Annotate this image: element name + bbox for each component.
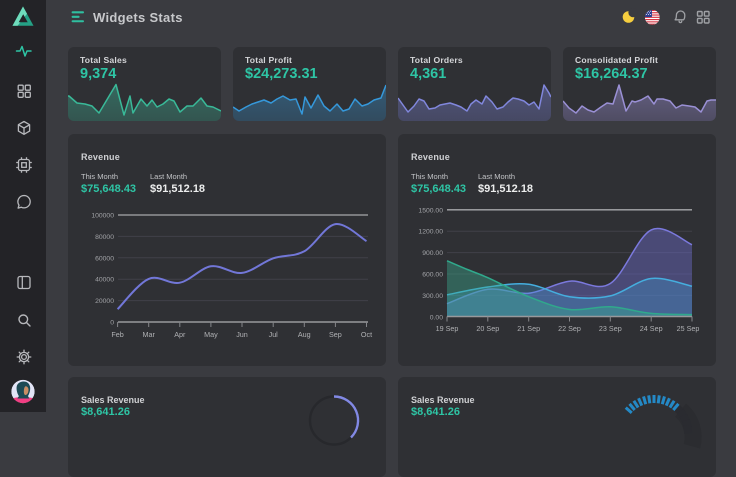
svg-text:Jul: Jul	[269, 330, 279, 339]
svg-text:19 Sep: 19 Sep	[436, 324, 459, 333]
svg-text:20000: 20000	[95, 298, 114, 305]
svg-text:0: 0	[110, 320, 114, 327]
svg-text:100000: 100000	[91, 213, 114, 220]
svg-text:300.00: 300.00	[422, 293, 443, 300]
svg-text:1500.00: 1500.00	[418, 207, 443, 214]
svg-text:0.00: 0.00	[430, 314, 443, 321]
svg-text:May: May	[204, 330, 218, 339]
svg-text:Sep: Sep	[329, 330, 342, 339]
svg-text:40000: 40000	[95, 277, 114, 284]
svg-text:600.00: 600.00	[422, 272, 443, 279]
svg-text:Aug: Aug	[298, 330, 311, 339]
svg-text:Apr: Apr	[174, 330, 186, 339]
svg-text:23 Sep: 23 Sep	[599, 324, 622, 333]
svg-text:900.00: 900.00	[422, 250, 443, 257]
svg-text:21 Sep: 21 Sep	[517, 324, 540, 333]
svg-text:Feb: Feb	[111, 330, 123, 339]
svg-text:Mar: Mar	[143, 330, 156, 339]
svg-text:22 Sep: 22 Sep	[558, 324, 581, 333]
svg-text:Oct: Oct	[361, 330, 372, 339]
svg-text:80000: 80000	[95, 234, 114, 241]
svg-text:Jun: Jun	[236, 330, 248, 339]
svg-text:60000: 60000	[95, 255, 114, 262]
svg-text:20 Sep: 20 Sep	[476, 324, 499, 333]
svg-text:1200.00: 1200.00	[418, 229, 443, 236]
svg-text:25 Sep: 25 Sep	[677, 324, 700, 333]
svg-text:24 Sep: 24 Sep	[640, 324, 663, 333]
